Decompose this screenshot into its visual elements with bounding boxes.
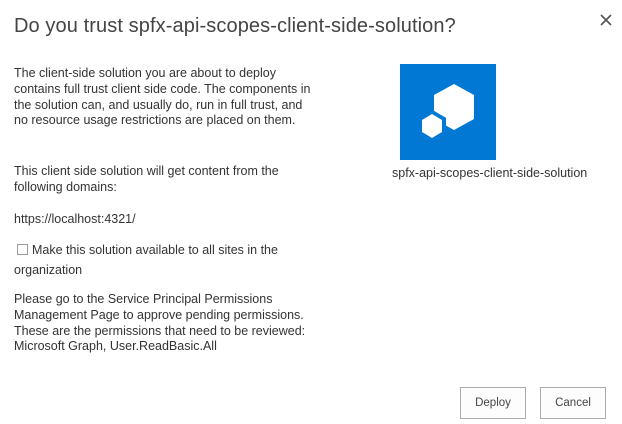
- checkbox-label-line2[interactable]: organization: [14, 263, 82, 277]
- dialog-title: Do you trust spfx-api-scopes-client-side…: [14, 15, 456, 37]
- trust-warning-paragraph: The client-side solution you are about t…: [14, 66, 314, 129]
- domain-entry: https://localhost:4321/: [14, 212, 314, 228]
- cancel-button[interactable]: Cancel: [540, 387, 606, 419]
- domains-intro-text: This client side solution will get conte…: [14, 164, 279, 194]
- close-button[interactable]: [592, 8, 620, 32]
- permissions-paragraph: Please go to the Service Principal Permi…: [14, 292, 324, 355]
- checkbox-label-line1[interactable]: Make this solution available to all site…: [32, 243, 278, 257]
- spfx-hexagon-logo-icon: [418, 84, 474, 143]
- domains-intro-paragraph: This client side solution will get conte…: [14, 164, 314, 196]
- trust-dialog: Do you trust spfx-api-scopes-client-side…: [0, 0, 622, 424]
- tenant-wide-checkbox[interactable]: [17, 244, 28, 255]
- tenant-wide-deploy-option: Make this solution available to all site…: [14, 242, 314, 279]
- domain-url: https://localhost:4321/: [14, 212, 136, 226]
- permissions-text: Please go to the Service Principal Permi…: [14, 292, 306, 354]
- solution-name: spfx-api-scopes-client-side-solution: [392, 166, 588, 180]
- solution-logo: [400, 64, 496, 160]
- deploy-button[interactable]: Deploy: [460, 387, 526, 419]
- close-icon: [600, 14, 612, 26]
- trust-warning-text: The client-side solution you are about t…: [14, 66, 311, 128]
